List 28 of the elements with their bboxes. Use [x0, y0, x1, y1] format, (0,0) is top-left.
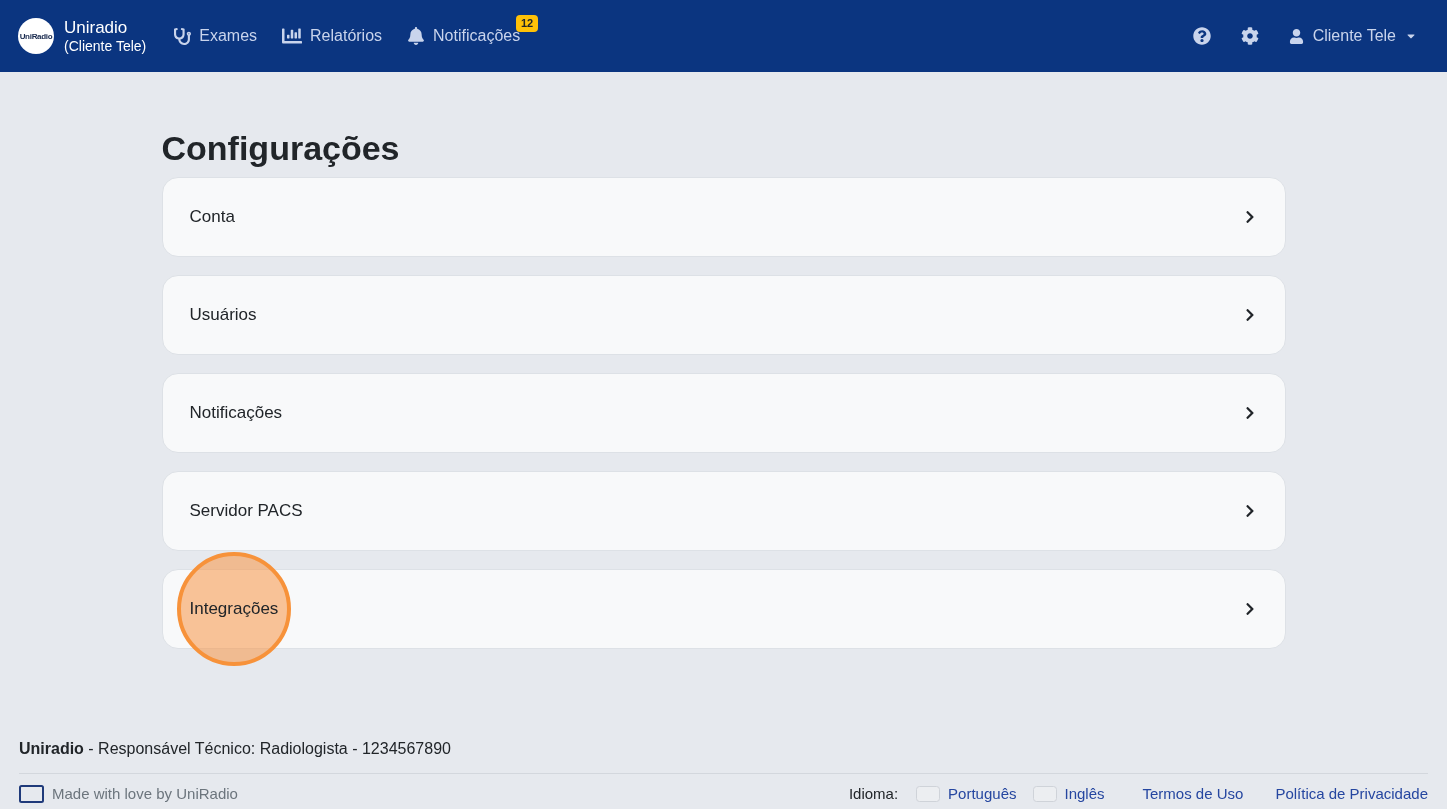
settings-item[interactable]: Notificações [161, 373, 1286, 453]
frame-icon [19, 785, 44, 803]
page-title: Configurações [161, 128, 401, 168]
language-link[interactable]: Português [916, 784, 1017, 804]
flag-icon [916, 786, 941, 802]
brand-subtitle: (Cliente Tele) [64, 37, 147, 54]
user-menu-button[interactable]: Cliente Tele [1288, 27, 1417, 45]
stethoscope-icon [174, 27, 192, 45]
brand-logo[interactable]: UniRadio [18, 18, 54, 54]
language-label: Idioma: [848, 784, 899, 804]
nav-link[interactable]: Exames [174, 21, 258, 51]
flag-icon [1032, 786, 1057, 802]
settings-icon[interactable] [1240, 27, 1259, 45]
notification-count-badge: 12 [515, 15, 539, 32]
settings-item[interactable]: Usuários [161, 275, 1286, 355]
footer-link[interactable]: Política de Privacidade [1275, 784, 1428, 804]
brand-name: Uniradio [64, 18, 128, 38]
help-icon[interactable] [1192, 27, 1211, 45]
settings-item[interactable]: Conta [161, 177, 1286, 257]
user-icon [1288, 28, 1304, 44]
bell-icon [407, 27, 426, 45]
settings-item[interactable]: Servidor PACS [161, 471, 1286, 551]
nav-link[interactable]: Relatórios [282, 20, 383, 52]
footer-link[interactable]: Termos de Uso [1142, 784, 1244, 804]
language-link[interactable]: Inglês [1032, 784, 1105, 804]
bar-chart-icon [282, 26, 303, 46]
footer-credits: Uniradio - Responsável Técnico: Radiologista - 1234567890 [19, 739, 452, 759]
made-with-text: Made with love by UniRadio [52, 784, 238, 804]
